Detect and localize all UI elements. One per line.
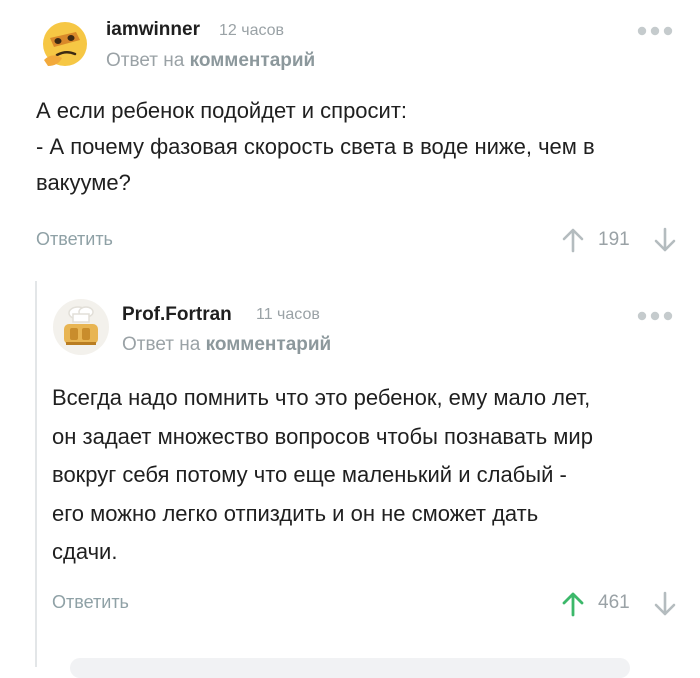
upvote-arrow-icon[interactable] — [560, 226, 586, 259]
comment-text-line: его можно легко отпиздить и он не сможет… — [52, 500, 539, 526]
comment-text-line: сдачи. — [52, 539, 118, 564]
more-options-icon[interactable] — [636, 309, 674, 327]
comment-time: 11 часов — [256, 306, 320, 323]
comment-text-line: вокруг себя потому что еще маленький и с… — [52, 462, 567, 487]
reply-prefix: Ответ на — [106, 50, 185, 71]
rating-count: 191 — [598, 229, 630, 250]
more-options-icon[interactable] — [636, 24, 674, 42]
author-name[interactable]: Prof.Fortran — [122, 304, 232, 326]
comment-text-line: Всегда надо помнить что это ребенок, ему… — [52, 385, 591, 410]
upvote-arrow-icon[interactable] — [560, 590, 586, 623]
comment-text-line: он задает множество вопросов чтобы позна… — [52, 423, 593, 449]
comment-text-line: - А почему фазовая скорость света в воде… — [36, 134, 595, 159]
reply-to-comment-link[interactable]: комментарий — [206, 334, 332, 355]
thinking-face-icon[interactable] — [36, 14, 94, 72]
downvote-arrow-icon[interactable] — [652, 226, 678, 259]
reply-to-line: Ответ на комментарий — [106, 50, 315, 72]
reply-to-comment-link[interactable]: комментарий — [190, 50, 316, 71]
downvote-arrow-icon[interactable] — [652, 590, 678, 623]
comment-body: Всегда надо помнить что это ребенок, ему… — [52, 379, 672, 572]
comment-text-line: А если ребенок подойдет и спросит: — [36, 98, 408, 123]
comment-time: 12 часов — [219, 22, 285, 39]
reply-button[interactable]: Ответить — [36, 229, 113, 250]
author-name[interactable]: iamwinner — [106, 19, 200, 41]
reply-to-line: Ответ на комментарий — [122, 334, 331, 356]
toaster-chef-icon[interactable] — [52, 298, 110, 356]
rating-count: 461 — [598, 592, 630, 613]
comment-text-line: вакууме? — [36, 170, 131, 195]
reply-prefix: Ответ на — [122, 334, 201, 355]
thread-line[interactable] — [35, 281, 37, 667]
comment-body: А если ребенок подойдет и спросит: - А п… — [36, 93, 676, 201]
reply-button[interactable]: Ответить — [52, 592, 129, 613]
next-comment-preview — [70, 658, 630, 678]
